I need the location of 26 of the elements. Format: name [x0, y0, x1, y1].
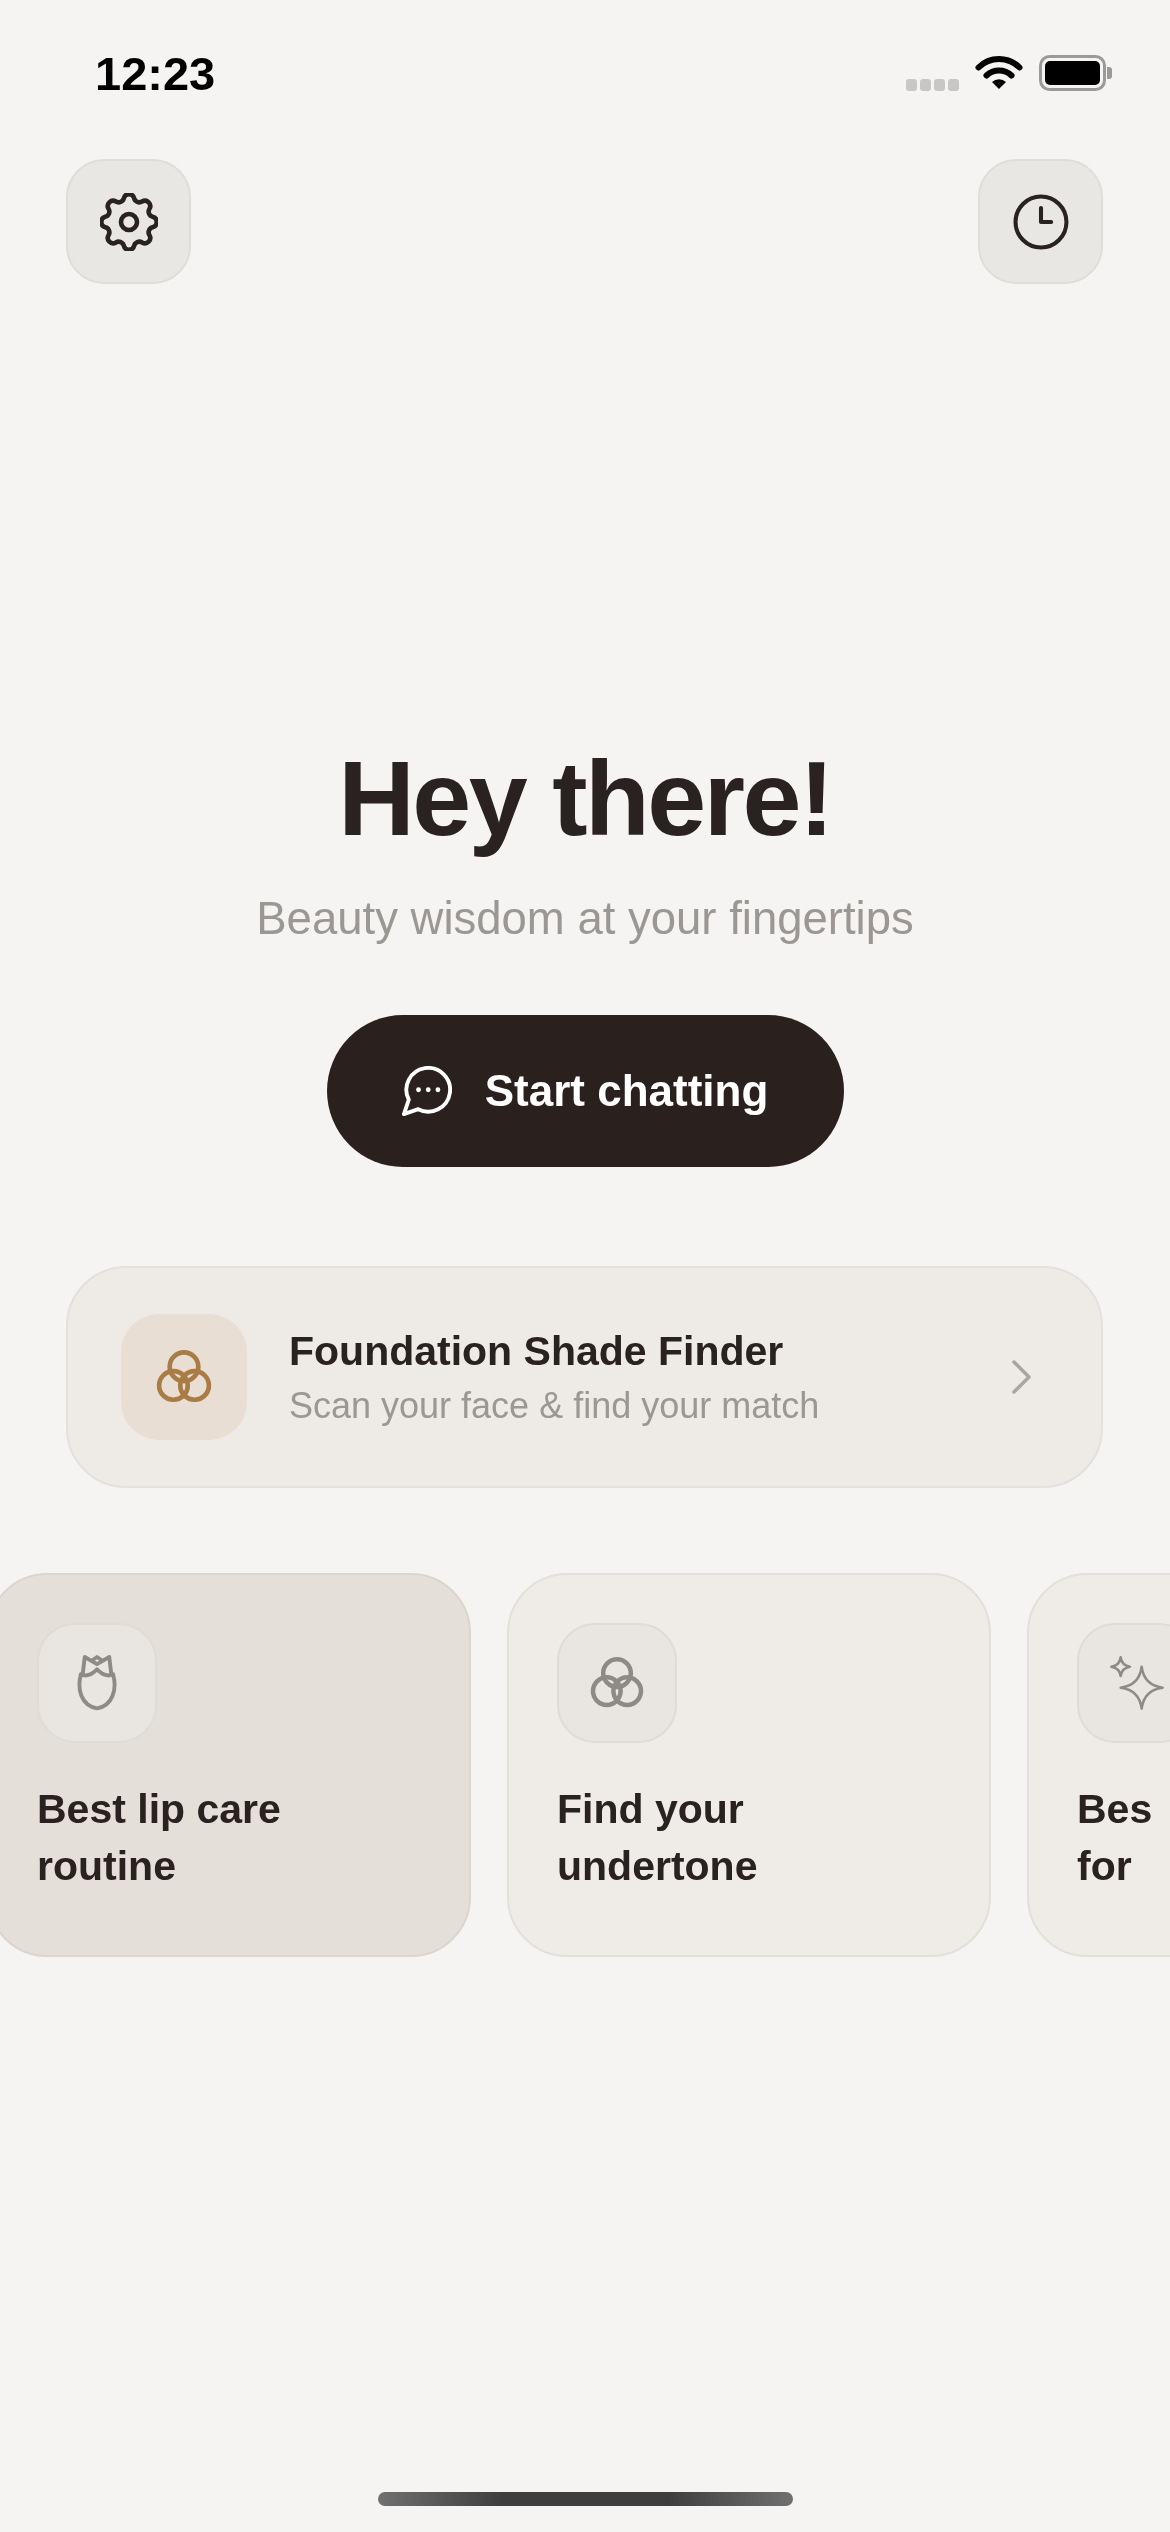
- suggestion-card[interactable]: Best lip care routine: [0, 1573, 471, 1957]
- suggestion-title: Bes for: [1077, 1785, 1154, 1891]
- status-time: 12:23: [95, 49, 216, 97]
- clock-icon: [1012, 193, 1069, 250]
- card-title: Foundation Shade Finder: [289, 1326, 785, 1376]
- card-subtitle: Scan your face & find your match: [289, 1383, 821, 1428]
- sparkles-icon: [1077, 1623, 1170, 1743]
- chevron-right-icon: [1011, 1359, 1033, 1395]
- greeting-title: Hey there!: [338, 738, 832, 859]
- chat-icon: [401, 1066, 452, 1116]
- shade-finder-card[interactable]: Foundation Shade Finder Scan your face & find your match: [66, 1266, 1103, 1488]
- start-chat-button[interactable]: Start chatting: [326, 1015, 844, 1167]
- suggestion-title: Best lip care routine: [37, 1785, 282, 1891]
- battery-icon: [1039, 55, 1112, 91]
- greeting-subtitle: Beauty wisdom at your fingertips: [256, 892, 914, 945]
- circles-icon: [557, 1623, 677, 1743]
- settings-button[interactable]: [66, 159, 191, 284]
- suggestion-card[interactable]: Find your undertone: [507, 1573, 991, 1957]
- signal-icon: [906, 79, 959, 91]
- wifi-icon: [975, 55, 1023, 91]
- history-button[interactable]: [978, 159, 1103, 284]
- settings-icon: [99, 192, 158, 251]
- suggestion-card[interactable]: Bes for: [1027, 1573, 1170, 1957]
- flower-icon: [37, 1623, 157, 1743]
- suggestion-title: Find your undertone: [557, 1785, 759, 1891]
- circles-icon: [121, 1314, 247, 1440]
